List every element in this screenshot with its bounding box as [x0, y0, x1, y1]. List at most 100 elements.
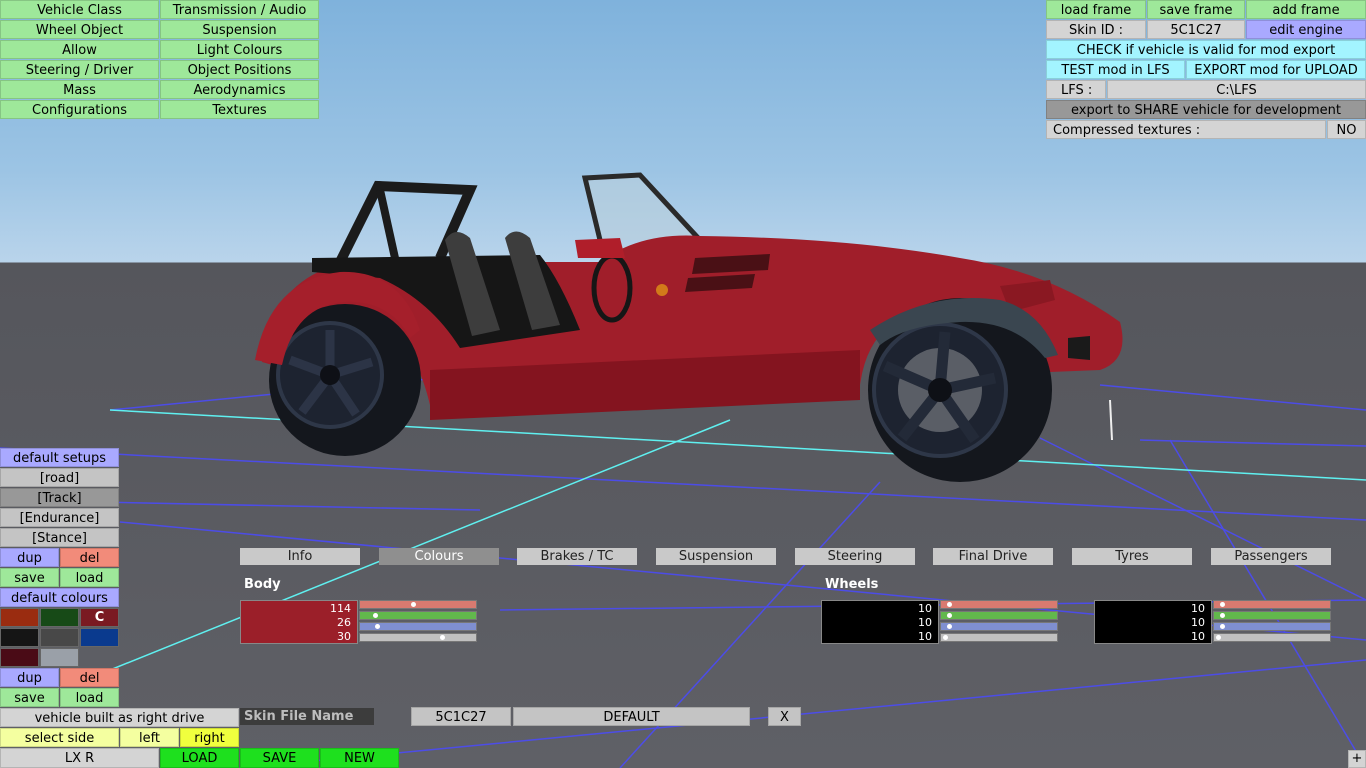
config-new-button[interactable]: NEW [320, 748, 399, 768]
setup-track[interactable]: [Track] [0, 488, 119, 507]
export-share-button[interactable]: export to SHARE vehicle for development [1046, 100, 1366, 119]
menu-vehicle-class[interactable]: Vehicle Class [0, 0, 159, 19]
colour-swatch-1[interactable] [0, 608, 39, 627]
slider-knob[interactable] [943, 635, 948, 640]
colour-del-button[interactable]: del [60, 668, 119, 687]
wheels-colour-2-preview[interactable]: 10 10 10 [1094, 600, 1212, 644]
skin-close-button[interactable]: X [768, 707, 801, 726]
colour-swatch-7[interactable] [0, 648, 39, 667]
slider-knob[interactable] [374, 624, 380, 629]
config-save-button[interactable]: SAVE [240, 748, 319, 768]
corner-plus-button[interactable]: + [1348, 750, 1366, 768]
menu-suspension[interactable]: Suspension [160, 20, 319, 39]
wheels-alpha-slider[interactable] [940, 633, 1058, 642]
slider-knob[interactable] [1220, 624, 1226, 629]
colour-swatch-6[interactable] [80, 628, 119, 647]
slider-knob[interactable] [372, 613, 378, 618]
wheels2-green-slider[interactable] [1213, 611, 1331, 620]
side-right-button[interactable]: right [180, 728, 239, 747]
menu-wheel-object[interactable]: Wheel Object [0, 20, 159, 39]
setup-stance[interactable]: [Stance] [0, 528, 119, 547]
skin-file-name-input[interactable]: Skin File Name [240, 708, 374, 725]
wheels-colour-r: 10 [918, 602, 932, 615]
body-red-slider[interactable] [359, 600, 477, 609]
colour-swatch-8[interactable] [40, 648, 79, 667]
body-colour-preview[interactable]: 114 26 30 [240, 600, 358, 644]
body-colour-b: 30 [337, 630, 351, 643]
colour-save-button[interactable]: save [0, 688, 59, 707]
setup-load-button[interactable]: load [60, 568, 119, 587]
side-left-button[interactable]: left [120, 728, 179, 747]
slider-knob[interactable] [410, 602, 416, 607]
slider-knob[interactable] [1220, 602, 1226, 607]
slider-knob[interactable] [1216, 635, 1221, 640]
compressed-textures-label: Compressed textures : [1046, 120, 1326, 139]
wheels2-blue-slider[interactable] [1213, 622, 1331, 631]
setup-endurance[interactable]: [Endurance] [0, 508, 119, 527]
setup-dup-button[interactable]: dup [0, 548, 59, 567]
edit-engine-button[interactable]: edit engine [1246, 20, 1366, 39]
load-frame-button[interactable]: load frame [1046, 0, 1146, 19]
menu-textures[interactable]: Textures [160, 100, 319, 119]
colour-swatch-3[interactable]: C [80, 608, 119, 627]
slider-knob[interactable] [1220, 613, 1226, 618]
wheels-colour-b: 10 [918, 630, 932, 643]
menu-light-colours[interactable]: Light Colours [160, 40, 319, 59]
body-colour-g: 26 [337, 616, 351, 629]
menu-steering-driver[interactable]: Steering / Driver [0, 60, 159, 79]
skin-default-field[interactable]: DEFAULT [513, 707, 750, 726]
colour-load-button[interactable]: load [60, 688, 119, 707]
config-load-button[interactable]: LOAD [160, 748, 239, 768]
menu-object-positions[interactable]: Object Positions [160, 60, 319, 79]
menu-aerodynamics[interactable]: Aerodynamics [160, 80, 319, 99]
colour-swatch-2[interactable] [40, 608, 79, 627]
colour-swatch-4[interactable] [0, 628, 39, 647]
menu-configurations[interactable]: Configurations [0, 100, 159, 119]
wheels-green-slider[interactable] [940, 611, 1058, 620]
menu-mass[interactable]: Mass [0, 80, 159, 99]
slider-knob[interactable] [440, 635, 445, 640]
tab-brakes-tc[interactable]: Brakes / TC [517, 548, 637, 565]
tab-final-drive[interactable]: Final Drive [933, 548, 1053, 565]
slider-knob[interactable] [947, 613, 953, 618]
menu-transmission-audio[interactable]: Transmission / Audio [160, 0, 319, 19]
slider-knob[interactable] [947, 602, 953, 607]
body-green-slider[interactable] [359, 611, 477, 620]
setup-save-button[interactable]: save [0, 568, 59, 587]
wheels-red-slider[interactable] [940, 600, 1058, 609]
slider-knob[interactable] [947, 624, 953, 629]
setup-del-button[interactable]: del [60, 548, 119, 567]
colour-swatch-5[interactable] [40, 628, 79, 647]
wheels-colour-2-b: 10 [1191, 630, 1205, 643]
wheels-colour-2-r: 10 [1191, 602, 1205, 615]
tab-tyres[interactable]: Tyres [1072, 548, 1192, 565]
colour-dup-button[interactable]: dup [0, 668, 59, 687]
compressed-textures-toggle[interactable]: NO [1327, 120, 1366, 139]
test-mod-button[interactable]: TEST mod in LFS [1046, 60, 1185, 79]
wheels-colour-preview[interactable]: 10 10 10 [821, 600, 939, 644]
tab-suspension[interactable]: Suspension [656, 548, 776, 565]
lfs-path[interactable]: C:\LFS [1107, 80, 1366, 99]
tab-colours[interactable]: Colours [379, 548, 499, 565]
check-valid-button[interactable]: CHECK if vehicle is valid for mod export [1046, 40, 1366, 59]
right-drive-toggle[interactable]: vehicle built as right drive [0, 708, 239, 727]
skin-id-value: 5C1C27 [1147, 20, 1245, 39]
body-alpha-slider[interactable] [359, 633, 477, 642]
body-blue-slider[interactable] [359, 622, 477, 631]
wheels2-alpha-slider[interactable] [1213, 633, 1331, 642]
setup-road[interactable]: [road] [0, 468, 119, 487]
add-frame-button[interactable]: add frame [1246, 0, 1366, 19]
tab-passengers[interactable]: Passengers [1211, 548, 1331, 565]
save-frame-button[interactable]: save frame [1147, 0, 1245, 19]
default-colours-header[interactable]: default colours [0, 588, 119, 607]
wheels-blue-slider[interactable] [940, 622, 1058, 631]
tab-info[interactable]: Info [240, 548, 360, 565]
tab-steering[interactable]: Steering [795, 548, 915, 565]
menu-allow[interactable]: Allow [0, 40, 159, 59]
export-mod-button[interactable]: EXPORT mod for UPLOAD [1186, 60, 1366, 79]
default-setups-header[interactable]: default setups [0, 448, 119, 467]
wheels2-red-slider[interactable] [1213, 600, 1331, 609]
config-name[interactable]: LX R [0, 748, 159, 768]
skin-id-field[interactable]: 5C1C27 [411, 707, 511, 726]
lfs-label: LFS : [1046, 80, 1106, 99]
